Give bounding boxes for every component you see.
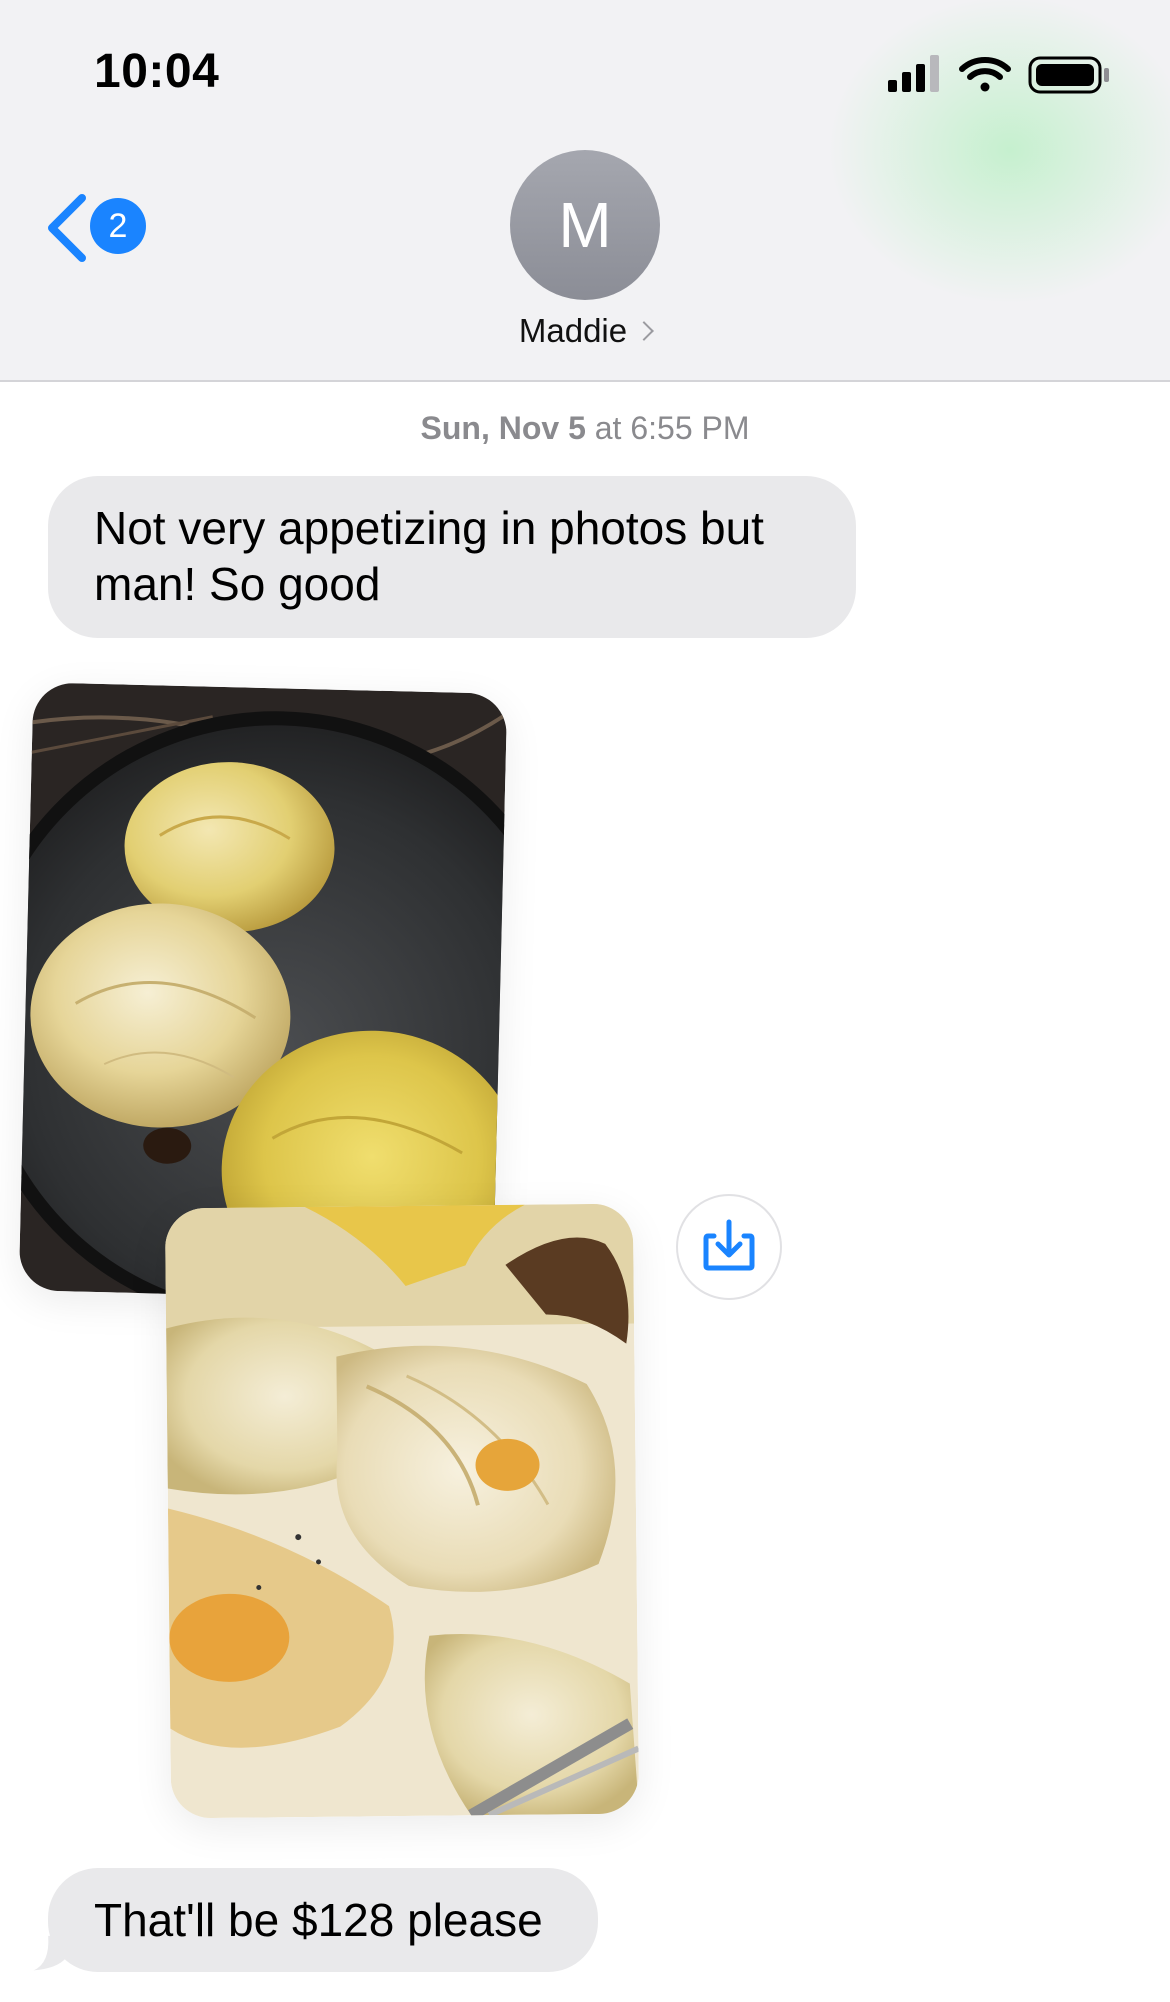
status-time: 10:04 (94, 45, 220, 98)
contact-name-button[interactable]: Maddie (0, 312, 1170, 350)
chevron-left-icon (48, 194, 86, 262)
download-icon (703, 1219, 755, 1271)
conversation-header: 10:04 2 M Maddie (0, 0, 1170, 382)
message-text: Not very appetizing in photos but man! S… (94, 502, 764, 610)
chevron-right-icon (634, 321, 655, 341)
message-bubble[interactable]: Not very appetizing in photos but man! S… (48, 476, 856, 638)
wifi-icon (959, 57, 1011, 92)
timestamp-day: Sun, Nov 5 (420, 410, 586, 446)
bubble-tail (33, 1935, 67, 1971)
message-timestamp: Sun, Nov 5 at 6:55 PM (0, 410, 1170, 447)
unread-badge: 2 (90, 198, 146, 254)
battery-icon (1028, 56, 1109, 94)
contact-name: Maddie (518, 312, 628, 349)
status-icons (886, 52, 1116, 96)
back-button[interactable]: 2 (44, 188, 164, 268)
message-bubble[interactable]: That'll be $128 please (48, 1868, 598, 1972)
message-text: That'll be $128 please (94, 1894, 543, 1946)
contact-avatar[interactable]: M (510, 150, 660, 300)
food-photo-plate (164, 1203, 640, 1819)
message-photo[interactable] (164, 1203, 640, 1819)
timestamp-time: at 6:55 PM (594, 410, 750, 446)
save-photos-button[interactable] (676, 1194, 782, 1300)
signal-icon (888, 55, 939, 92)
